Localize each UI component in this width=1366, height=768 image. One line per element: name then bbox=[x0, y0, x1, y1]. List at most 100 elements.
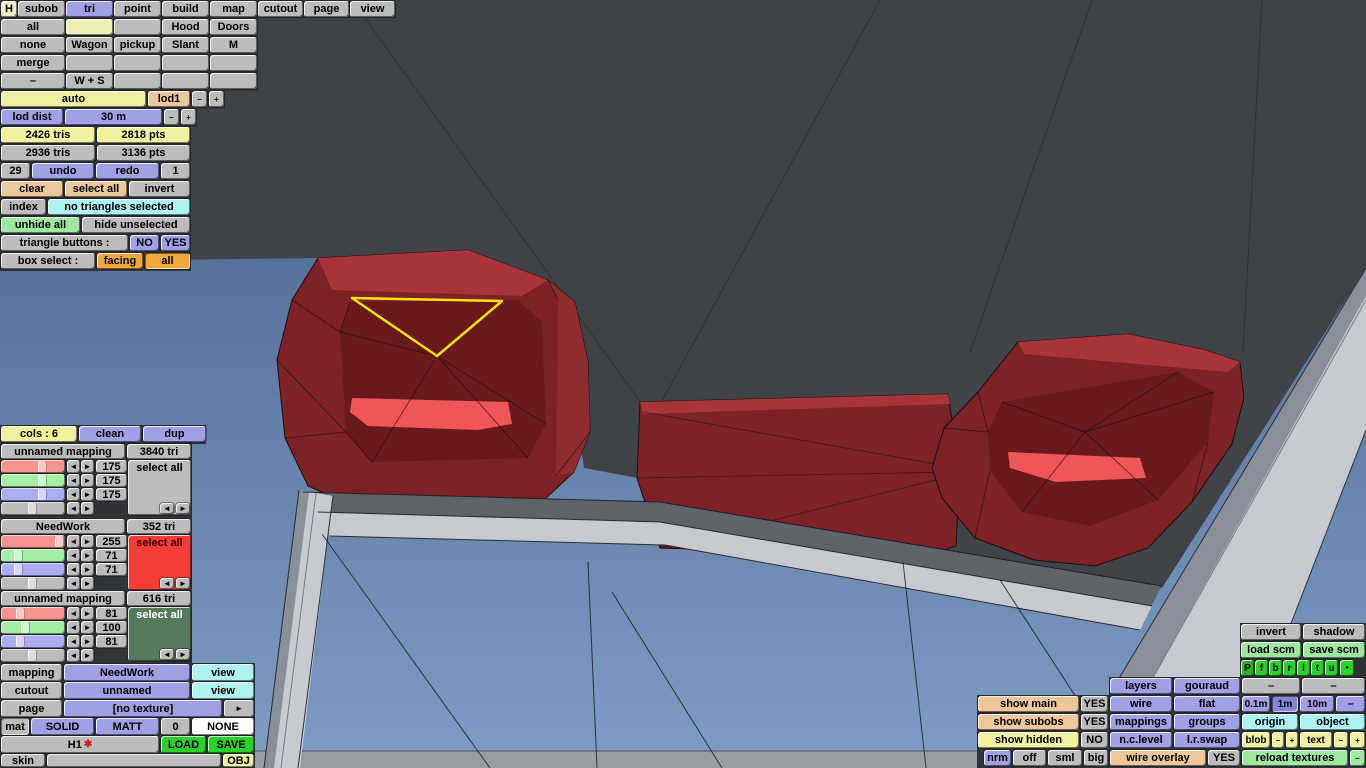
mapping-view-button[interactable]: view bbox=[192, 664, 254, 681]
slider-blue-3[interactable] bbox=[1, 635, 65, 648]
tab-h[interactable]: H bbox=[1, 1, 17, 17]
spin-right[interactable]: ► bbox=[81, 607, 94, 620]
clean-button[interactable]: clean bbox=[79, 426, 141, 442]
tab-map[interactable]: map bbox=[210, 1, 257, 17]
btn-tri-option-blank[interactable] bbox=[66, 19, 113, 35]
mesh-left-lamp[interactable] bbox=[276, 249, 591, 515]
nrm-big-button[interactable]: big bbox=[1084, 750, 1108, 766]
show-main-label[interactable]: show main bbox=[978, 696, 1079, 712]
dup-button[interactable]: dup bbox=[143, 426, 206, 442]
view-back-button[interactable]: b bbox=[1269, 660, 1282, 676]
spin-right[interactable]: ► bbox=[81, 649, 94, 662]
btn-blank[interactable] bbox=[210, 55, 257, 71]
slider-red-1[interactable] bbox=[1, 460, 65, 473]
btn-blank[interactable] bbox=[210, 73, 257, 89]
wire-button[interactable]: wire bbox=[1110, 696, 1172, 712]
spin-left[interactable]: ◄ bbox=[67, 649, 80, 662]
mat-none-value[interactable]: NONE bbox=[192, 718, 254, 735]
spin-right[interactable]: ► bbox=[81, 535, 94, 548]
show-subobs-value[interactable]: YES bbox=[1081, 714, 1108, 730]
spin-left[interactable]: ◄ bbox=[67, 635, 80, 648]
clear-button[interactable]: clear bbox=[1, 181, 63, 197]
dash-button[interactable]: – bbox=[1242, 678, 1300, 694]
btn-none[interactable]: none bbox=[1, 37, 65, 53]
slider-blue-2[interactable] bbox=[1, 563, 65, 576]
unhide-all-button[interactable]: unhide all bbox=[1, 217, 80, 233]
spin-left[interactable]: ◄ bbox=[160, 503, 174, 514]
spin-left[interactable]: ◄ bbox=[67, 474, 80, 487]
cutout-row-label[interactable]: cutout bbox=[1, 682, 62, 699]
tab-page[interactable]: page bbox=[304, 1, 349, 17]
value-blue-3[interactable]: 81 bbox=[96, 635, 127, 648]
value-red-1[interactable]: 175 bbox=[96, 460, 127, 473]
slider-alpha-1[interactable] bbox=[1, 502, 65, 515]
spin-left[interactable]: ◄ bbox=[67, 535, 80, 548]
btn-blank[interactable] bbox=[114, 73, 161, 89]
mapping-name-2[interactable]: NeedWork bbox=[1, 519, 125, 534]
spin-left[interactable]: ◄ bbox=[67, 577, 80, 590]
nclevel-button[interactable]: n.c.level bbox=[1110, 732, 1172, 748]
triangle-buttons-no[interactable]: NO bbox=[130, 235, 159, 251]
spin-left[interactable]: ◄ bbox=[67, 460, 80, 473]
load-button[interactable]: LOAD bbox=[161, 736, 206, 753]
spin-right[interactable]: ► bbox=[176, 503, 190, 514]
btn-hood[interactable]: Hood bbox=[162, 19, 209, 35]
mappings-button[interactable]: mappings bbox=[1110, 714, 1172, 730]
btn-blank[interactable] bbox=[114, 19, 161, 35]
load-scm-button[interactable]: load scm bbox=[1241, 642, 1301, 658]
mat-zero-value[interactable]: 0 bbox=[161, 718, 190, 735]
gouraud-button[interactable]: gouraud bbox=[1174, 678, 1240, 694]
text-button[interactable]: text bbox=[1300, 732, 1332, 748]
box-select-facing[interactable]: facing bbox=[97, 253, 143, 269]
auto-button[interactable]: auto bbox=[1, 91, 146, 107]
value-blue-1[interactable]: 175 bbox=[96, 488, 127, 501]
grid-10m-button[interactable]: 10m bbox=[1300, 696, 1334, 712]
btn-blank[interactable] bbox=[66, 55, 113, 71]
blob-plus-button[interactable]: + bbox=[1286, 732, 1298, 748]
hide-unselected-button[interactable]: hide unselected bbox=[82, 217, 190, 233]
spin-left[interactable]: ◄ bbox=[67, 502, 80, 515]
spin-right[interactable]: ► bbox=[81, 549, 94, 562]
value-red-3[interactable]: 81 bbox=[96, 607, 127, 620]
wire-overlay-label[interactable]: wire overlay bbox=[1110, 750, 1206, 766]
spin-right[interactable]: ► bbox=[81, 635, 94, 648]
spin-right[interactable]: ► bbox=[81, 474, 94, 487]
nrm-sml-button[interactable]: sml bbox=[1048, 750, 1082, 766]
mat-button[interactable]: mat bbox=[1, 718, 29, 735]
btn-blank[interactable] bbox=[162, 73, 209, 89]
undo-button[interactable]: undo bbox=[32, 163, 94, 179]
reload-minus-button[interactable]: – bbox=[1350, 750, 1365, 766]
slider-green-2[interactable] bbox=[1, 549, 65, 562]
spin-right[interactable]: ► bbox=[176, 578, 190, 589]
value-green-1[interactable]: 175 bbox=[96, 474, 127, 487]
spin-right[interactable]: ► bbox=[176, 649, 190, 660]
spin-right[interactable]: ► bbox=[81, 488, 94, 501]
cutout-row-value[interactable]: unnamed bbox=[64, 682, 190, 699]
slider-green-1[interactable] bbox=[1, 474, 65, 487]
mapping-row-value[interactable]: NeedWork bbox=[64, 664, 190, 681]
object-button[interactable]: object bbox=[1300, 714, 1365, 730]
mat-solid-button[interactable]: SOLID bbox=[31, 718, 94, 735]
view-right-button[interactable]: r bbox=[1283, 660, 1296, 676]
tab-tri[interactable]: tri bbox=[66, 1, 113, 17]
btn-blank[interactable] bbox=[162, 55, 209, 71]
lod-dist-minus-button[interactable]: – bbox=[164, 109, 179, 125]
page-row-value[interactable]: [no texture] bbox=[64, 700, 222, 717]
grid-dash-button[interactable]: – bbox=[1336, 696, 1365, 712]
lod-dist-value[interactable]: 30 m bbox=[65, 109, 162, 125]
btn-ws[interactable]: W + S bbox=[66, 73, 113, 89]
shadow-button[interactable]: shadow bbox=[1303, 624, 1365, 640]
cutout-view-button[interactable]: view bbox=[192, 682, 254, 699]
page-next-button[interactable]: ► bbox=[224, 700, 254, 717]
blob-minus-button[interactable]: – bbox=[1272, 732, 1284, 748]
text-plus-button[interactable]: + bbox=[1350, 732, 1365, 748]
lod-minus-button[interactable]: – bbox=[192, 91, 207, 107]
wire-overlay-value[interactable]: YES bbox=[1208, 750, 1240, 766]
triangle-buttons-yes[interactable]: YES bbox=[161, 235, 190, 251]
spin-right[interactable]: ► bbox=[81, 577, 94, 590]
btn-m[interactable]: M bbox=[210, 37, 257, 53]
groups-button[interactable]: groups bbox=[1174, 714, 1240, 730]
select-all-button[interactable]: select all bbox=[65, 181, 127, 197]
grid-0-1m-button[interactable]: 0.1m bbox=[1242, 696, 1270, 712]
slider-blue-1[interactable] bbox=[1, 488, 65, 501]
